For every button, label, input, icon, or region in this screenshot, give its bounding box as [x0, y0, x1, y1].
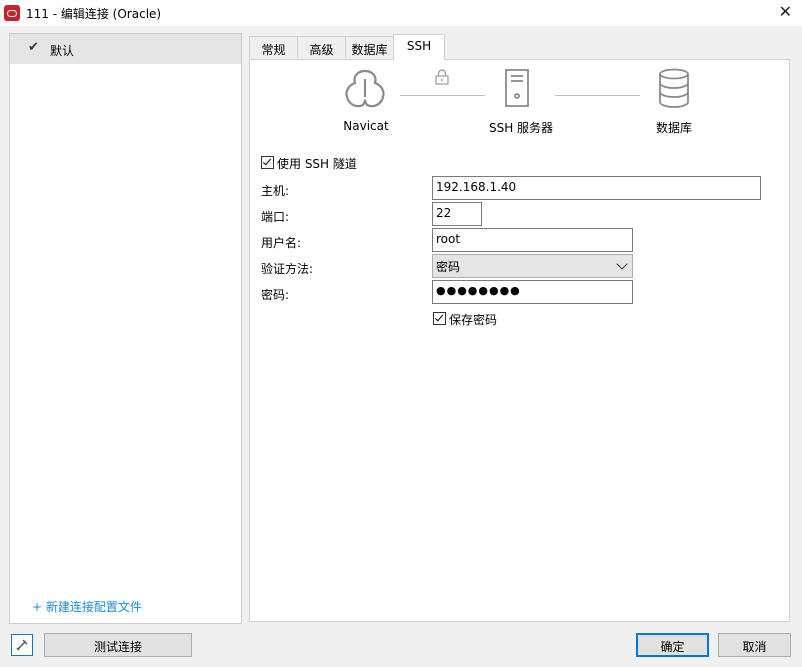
connector-line-1 [400, 95, 485, 96]
database-icon [659, 68, 689, 108]
profile-label: 默认 [50, 44, 75, 58]
username-input[interactable]: root [432, 228, 633, 252]
use-ssh-tunnel-label: 使用 SSH 隧道 [277, 157, 357, 171]
ok-button[interactable]: 确定 [636, 633, 709, 657]
connector-line-2 [555, 95, 640, 96]
check-icon: ✔ [28, 40, 39, 55]
auth-method-value: 密码 [436, 260, 461, 274]
navicat-icon [345, 69, 385, 108]
tab-advanced[interactable]: 高级 [297, 36, 346, 58]
cancel-button[interactable]: 取消 [718, 633, 791, 657]
test-connection-button[interactable]: 测试连接 [44, 633, 192, 657]
use-ssh-tunnel-checkbox[interactable] [261, 156, 274, 169]
password-input[interactable]: ●●●●●●●● [432, 280, 633, 304]
port-label: 端口: [261, 210, 290, 224]
plug-icon [16, 639, 28, 651]
auth-method-select[interactable]: 密码 [432, 254, 633, 278]
tab-ssh[interactable]: SSH [393, 34, 445, 60]
tab-database[interactable]: 数据库 [345, 36, 394, 58]
new-profile-link[interactable]: + 新建连接配置文件 [32, 598, 142, 615]
lock-icon [435, 69, 449, 85]
navicat-label: Navicat [343, 119, 389, 133]
ssh-tab-content [249, 59, 790, 622]
ssh-server-label: SSH 服务器 [488, 121, 554, 135]
auth-method-label: 验证方法: [261, 262, 314, 276]
save-password-checkbox[interactable] [433, 312, 446, 325]
server-icon [505, 69, 529, 107]
profile-item-default[interactable]: ✔ 默认 [10, 34, 241, 64]
host-label: 主机: [261, 184, 290, 198]
profile-tool-button[interactable] [11, 634, 33, 656]
oracle-app-icon [4, 5, 20, 21]
username-label: 用户名: [261, 236, 302, 250]
database-label: 数据库 [655, 121, 692, 135]
profile-list: ✔ 默认 + 新建连接配置文件 [9, 33, 242, 624]
title-bar: 111 - 编辑连接 (Oracle) ✕ [0, 0, 802, 26]
tab-general[interactable]: 常规 [249, 36, 298, 58]
save-password-label: 保存密码 [449, 313, 498, 327]
close-icon[interactable]: ✕ [779, 2, 792, 21]
host-input[interactable]: 192.168.1.40 [432, 176, 761, 200]
chevron-down-icon [616, 258, 628, 270]
window-title: 111 - 编辑连接 (Oracle) [26, 7, 162, 21]
port-input[interactable]: 22 [432, 202, 482, 226]
password-label: 密码: [261, 288, 290, 302]
